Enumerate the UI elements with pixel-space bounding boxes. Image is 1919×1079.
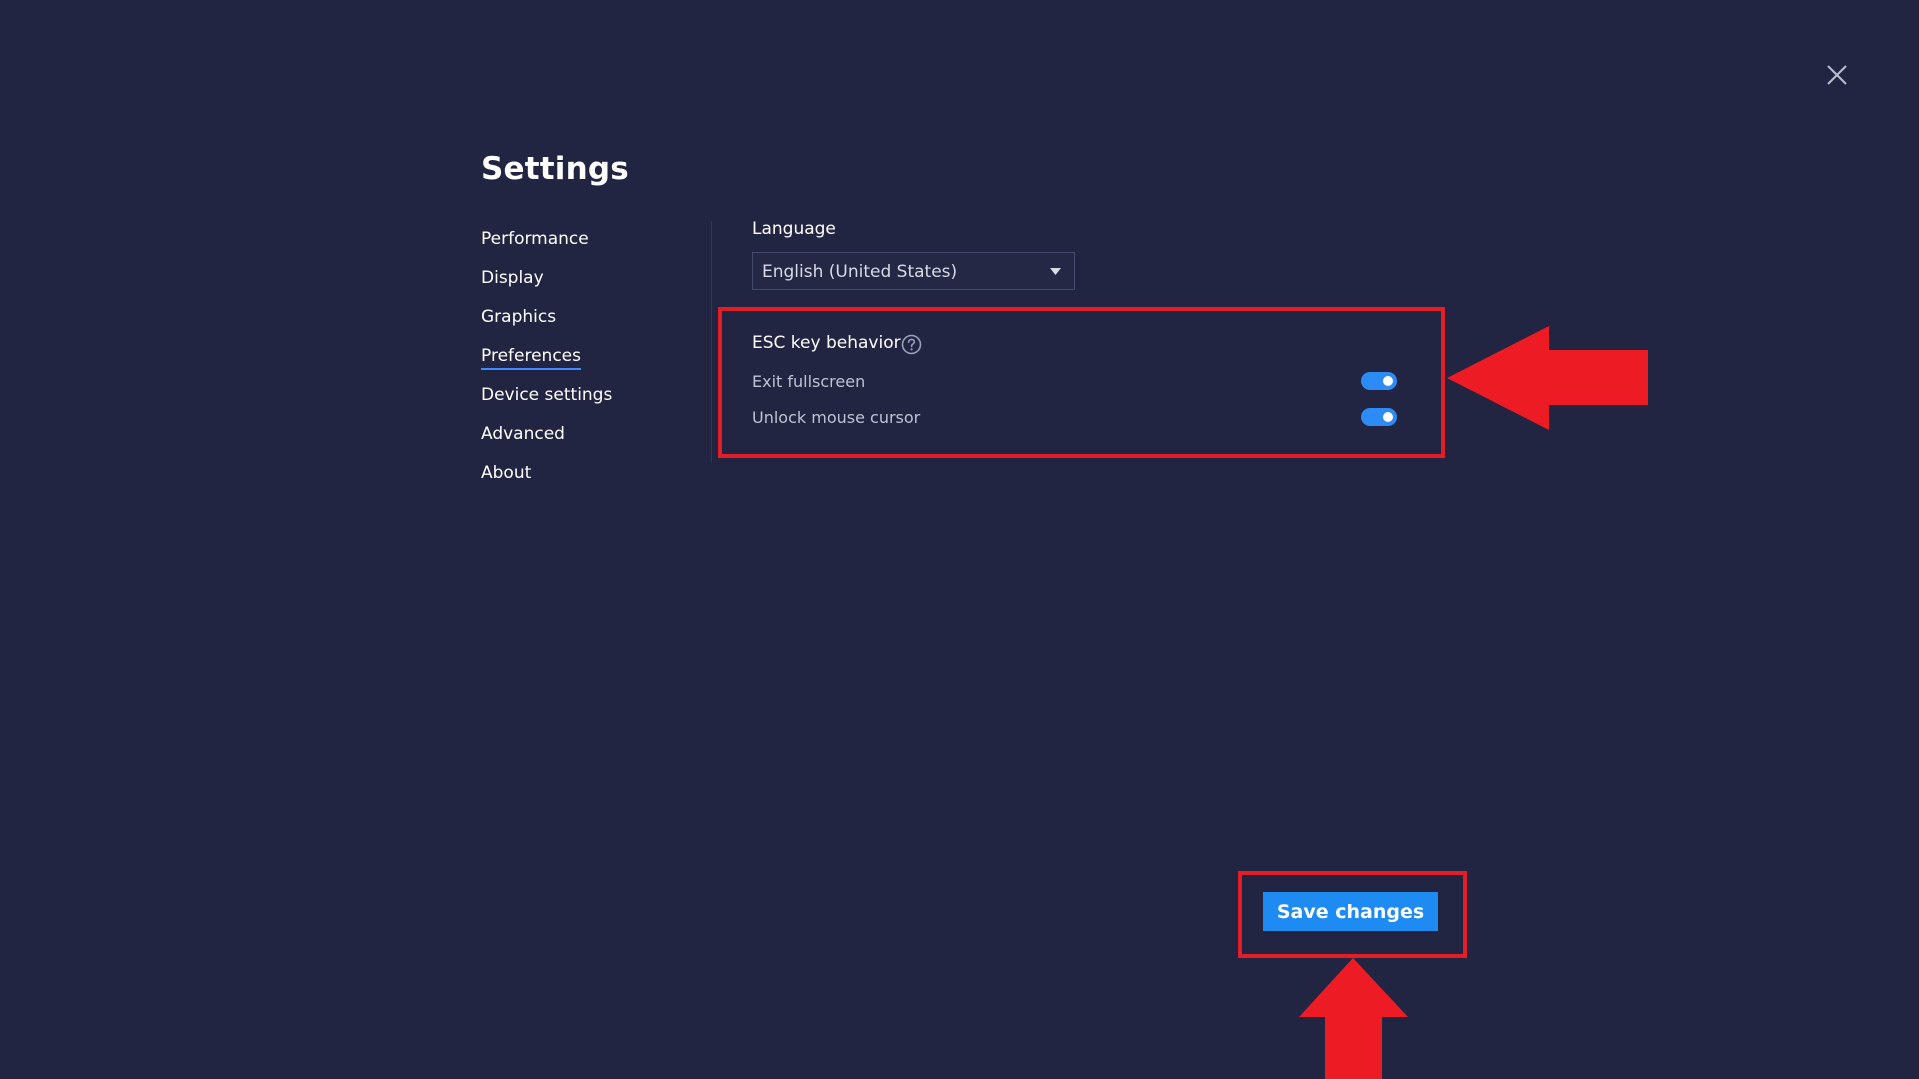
sidebar-item-performance[interactable]: Performance [481,222,612,261]
sidebar-item-graphics[interactable]: Graphics [481,300,612,339]
exit-fullscreen-label: Exit fullscreen [752,372,866,391]
sidebar-item-label: Graphics [481,307,557,327]
sidebar-item-label: Display [481,268,544,288]
annotation-arrow-up-icon [1299,958,1408,1079]
unlock-mouse-cursor-label: Unlock mouse cursor [752,408,921,427]
sidebar-item-advanced[interactable]: Advanced [481,417,612,456]
exit-fullscreen-toggle[interactable] [1361,372,1397,390]
sidebar-item-label: Device settings [481,385,613,405]
save-changes-button[interactable]: Save changes [1263,892,1438,931]
esc-behavior-title: ESC key behavior [752,333,901,353]
sidebar-item-preferences[interactable]: Preferences [481,339,612,378]
sidebar-item-display[interactable]: Display [481,261,612,300]
toggle-knob [1383,376,1393,386]
sidebar-item-about[interactable]: About [481,456,612,495]
language-selected-value: English (United States) [762,262,958,282]
language-select[interactable]: English (United States) [752,252,1075,290]
annotation-arrow-left-icon [1447,326,1648,430]
caret-down-icon [1050,268,1061,275]
sidebar-divider [711,221,712,462]
sidebar-item-label: Advanced [481,424,565,444]
unlock-mouse-cursor-toggle[interactable] [1361,408,1397,426]
toggle-knob [1383,412,1393,422]
close-button[interactable] [1826,64,1858,90]
sidebar-item-label: About [481,463,532,483]
close-icon [1827,65,1847,85]
language-label: Language [752,219,836,239]
sidebar-item-label: Performance [481,229,589,249]
sidebar-item-device-settings[interactable]: Device settings [481,378,612,417]
question-circle-icon[interactable] [901,334,922,355]
sidebar-item-label: Preferences [481,345,581,370]
settings-sidebar: Performance Display Graphics Preferences… [481,222,612,495]
page-title: Settings [481,151,629,187]
